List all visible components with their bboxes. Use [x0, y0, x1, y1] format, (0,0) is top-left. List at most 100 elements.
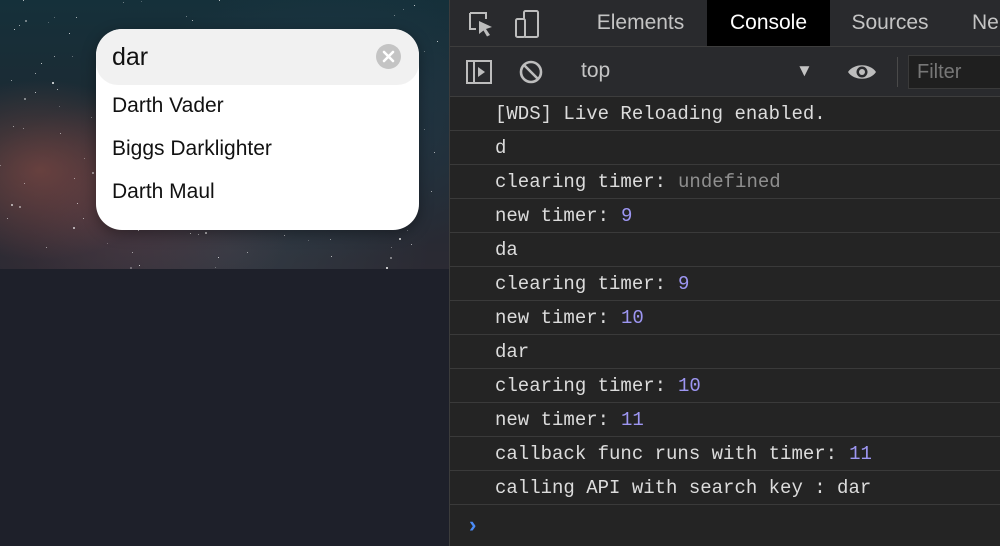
console-message: d	[450, 131, 1000, 165]
console-message-value: 11	[849, 443, 872, 465]
star	[7, 218, 8, 219]
star	[330, 239, 331, 240]
star	[92, 172, 94, 174]
console-message: [WDS] Live Reloading enabled.	[450, 97, 1000, 131]
console-message-text: new timer:	[495, 205, 610, 227]
tab-sources[interactable]: Sources	[840, 0, 940, 46]
star	[46, 247, 47, 248]
star	[139, 265, 140, 266]
star	[35, 92, 36, 93]
context-selector-label: top	[581, 59, 611, 82]
star	[0, 165, 1, 166]
star	[19, 206, 21, 208]
star	[192, 20, 193, 21]
star	[23, 0, 24, 1]
star	[74, 178, 75, 179]
console-message: dar	[450, 335, 1000, 369]
star	[84, 158, 85, 159]
star	[247, 252, 248, 253]
console-message-text: clearing timer:	[495, 273, 667, 295]
star	[215, 267, 216, 268]
search-result-item[interactable]: Darth Maul	[112, 177, 402, 207]
toolbar-divider	[897, 57, 898, 87]
console-message: callback func runs with timer: 11	[450, 437, 1000, 471]
star	[407, 230, 408, 231]
context-selector[interactable]: top ▼	[578, 57, 818, 87]
console-message-value: 10	[678, 375, 701, 397]
eye-icon	[848, 65, 876, 79]
clear-console-button[interactable]	[516, 57, 546, 87]
console-message-text: clearing timer:	[495, 171, 667, 193]
console-filter-input[interactable]	[908, 55, 1000, 89]
console-prompt[interactable]: ›	[450, 508, 1000, 546]
star	[219, 0, 220, 1]
star	[83, 218, 84, 219]
clear-console-icon	[519, 60, 543, 84]
star	[13, 126, 14, 127]
console-message-value: undefined	[678, 171, 781, 193]
star	[48, 22, 49, 23]
inspect-element-button[interactable]	[466, 9, 496, 39]
star	[59, 106, 60, 107]
console-message: new timer: 11	[450, 403, 1000, 437]
star	[35, 73, 36, 74]
star	[414, 5, 415, 6]
star	[11, 80, 12, 81]
star	[69, 33, 70, 34]
console-message-text: clearing timer:	[495, 375, 667, 397]
star	[424, 129, 425, 130]
search-input[interactable]	[112, 39, 362, 75]
console-message-value: 9	[678, 273, 690, 295]
star	[52, 82, 54, 84]
star	[130, 267, 132, 269]
star	[123, 2, 124, 3]
tab-elements[interactable]: Elements	[584, 0, 697, 46]
star	[24, 98, 26, 100]
device-toggle-button[interactable]	[513, 9, 543, 39]
search-autocomplete-card: Darth Vader Biggs Darklighter Darth Maul	[96, 29, 419, 230]
star	[41, 63, 42, 64]
console-message: new timer: 10	[450, 301, 1000, 335]
star	[411, 244, 412, 245]
console-message-value: 10	[621, 307, 644, 329]
console-message-value: 9	[621, 205, 633, 227]
tab-network[interactable]: Ne	[972, 0, 1000, 46]
star	[19, 25, 20, 26]
star	[437, 41, 438, 42]
star	[77, 203, 78, 204]
console-toolbar: top ▼	[450, 47, 1000, 97]
star	[107, 243, 108, 244]
inspect-element-icon	[469, 12, 492, 37]
live-expression-button[interactable]	[846, 58, 878, 86]
console-message-text: da	[495, 239, 518, 261]
star	[14, 29, 15, 30]
search-bar	[96, 29, 419, 85]
star	[431, 191, 432, 192]
tab-console[interactable]: Console	[707, 0, 830, 46]
console-message-text: [WDS] Live Reloading enabled.	[495, 103, 826, 125]
search-result-item[interactable]: Darth Vader	[112, 91, 402, 121]
star	[54, 17, 55, 18]
clear-icon	[382, 50, 395, 63]
star	[391, 247, 392, 248]
star	[72, 56, 73, 57]
console-message-text: calling API with search key : dar	[495, 477, 872, 499]
star	[198, 234, 199, 235]
console-message: new timer: 9	[450, 199, 1000, 233]
star	[424, 51, 425, 52]
clear-search-button[interactable]	[376, 44, 401, 69]
star	[60, 133, 61, 134]
devtools-tabbar: Elements Console Sources Ne	[450, 0, 1000, 47]
star	[394, 15, 395, 16]
console-message-text: callback func runs with timer:	[495, 443, 838, 465]
star	[205, 232, 207, 234]
console-message-text: new timer:	[495, 409, 610, 431]
star	[11, 204, 13, 206]
console-message: clearing timer: 9	[450, 267, 1000, 301]
sidebar-toggle-button[interactable]	[464, 57, 494, 87]
star	[138, 230, 139, 231]
search-result-item[interactable]: Biggs Darklighter	[112, 134, 402, 164]
star	[190, 233, 191, 234]
prompt-chevron-icon: ›	[466, 514, 480, 539]
star	[23, 128, 24, 129]
